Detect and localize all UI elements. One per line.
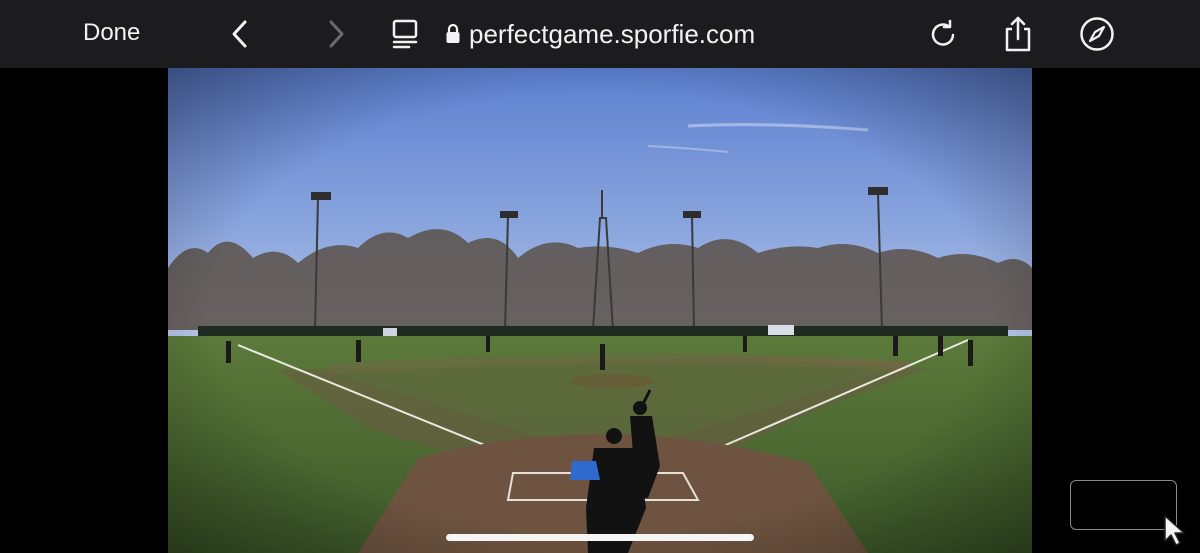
home-indicator (446, 534, 754, 541)
open-in-safari-button[interactable] (1077, 14, 1117, 54)
forward-button[interactable] (316, 14, 356, 54)
chevron-right-icon (329, 20, 344, 48)
browser-toolbar: Done perfectgame.sporfie.com (0, 0, 1200, 68)
video-stage (0, 68, 1200, 553)
reload-button[interactable] (923, 14, 963, 54)
baseball-field-video (168, 68, 1032, 553)
done-button[interactable]: Done (83, 18, 140, 48)
cursor-arrow-icon (1164, 515, 1185, 546)
compass-icon (1080, 17, 1114, 51)
share-icon (1005, 16, 1031, 52)
reader-mode-button[interactable] (385, 14, 425, 54)
lock-icon (446, 23, 460, 43)
chevron-left-icon (232, 20, 247, 48)
video-player[interactable] (168, 68, 1032, 553)
back-button[interactable] (220, 14, 260, 54)
address-bar[interactable]: perfectgame.sporfie.com (445, 16, 755, 52)
reader-mode-icon (392, 19, 418, 49)
url-text: perfectgame.sporfie.com (469, 19, 756, 49)
share-button[interactable] (998, 14, 1038, 54)
reload-icon (931, 19, 955, 46)
pointer-hover-box (1070, 480, 1177, 530)
